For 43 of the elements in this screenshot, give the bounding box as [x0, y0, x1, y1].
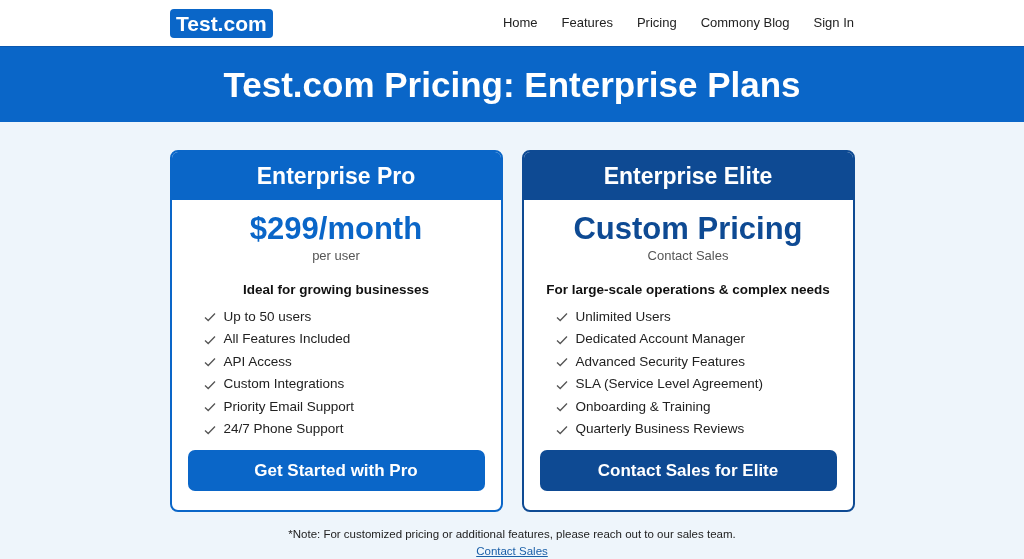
feature-text: SLA (Service Level Agreement): [575, 375, 764, 394]
contact-sales-link[interactable]: Contact Sales: [476, 545, 548, 557]
plan-name: Enterprise Elite: [603, 161, 773, 191]
price-note: per user: [312, 247, 360, 266]
feature-text: Custom Integrations: [223, 375, 345, 394]
plan-button[interactable]: Get Started with Pro: [187, 449, 485, 491]
feature-text: Onboarding & Training: [575, 397, 711, 416]
check-icon: [203, 334, 216, 345]
check-icon: [555, 424, 568, 435]
check-icon: [555, 357, 568, 368]
nav-link[interactable]: Features: [561, 13, 613, 33]
feature-text: Up to 50 users: [223, 307, 312, 326]
feature-text: API Access: [223, 352, 292, 371]
page-title: Test.com Pricing: Enterprise Plans: [223, 63, 801, 106]
check-icon: [555, 379, 568, 390]
price-note: Contact Sales: [647, 247, 729, 266]
check-icon: [203, 379, 216, 390]
feature-text: Advanced Security Features: [575, 352, 746, 371]
nav-link[interactable]: Commony Blog: [700, 13, 790, 33]
check-icon: [203, 312, 216, 323]
feature-text: All Features Included: [223, 330, 351, 349]
note-text: *Note: For customized pricing or additional features, please reach out to our sales team.: [287, 527, 737, 542]
feature-text: Dedicated Account Manager: [575, 330, 746, 349]
feature-text: Unlimited Users: [575, 307, 671, 326]
logo[interactable]: Test.com: [170, 8, 273, 38]
plan-tagline: For large-scale operations & complex needs: [546, 280, 830, 299]
plan-tagline: Ideal for growing businesses: [242, 280, 429, 299]
plan-button[interactable]: Contact Sales for Elite: [539, 449, 837, 491]
plan-price: $299/month: [249, 212, 423, 247]
check-icon: [555, 334, 568, 345]
nav-link[interactable]: Home: [502, 13, 538, 33]
check-icon: [203, 424, 216, 435]
nav-link[interactable]: Pricing: [636, 13, 677, 33]
plan-price: Custom Pricing: [573, 212, 803, 247]
nav-link[interactable]: Sign In: [813, 13, 854, 33]
check-icon: [555, 402, 568, 413]
plan-name: Enterprise Pro: [256, 161, 416, 191]
feature-text: Priority Email Support: [223, 397, 355, 416]
feature-text: 24/7 Phone Support: [223, 420, 344, 439]
feature-text: Quarterly Business Reviews: [575, 420, 745, 439]
check-icon: [555, 312, 568, 323]
check-icon: [203, 357, 216, 368]
check-icon: [203, 402, 216, 413]
